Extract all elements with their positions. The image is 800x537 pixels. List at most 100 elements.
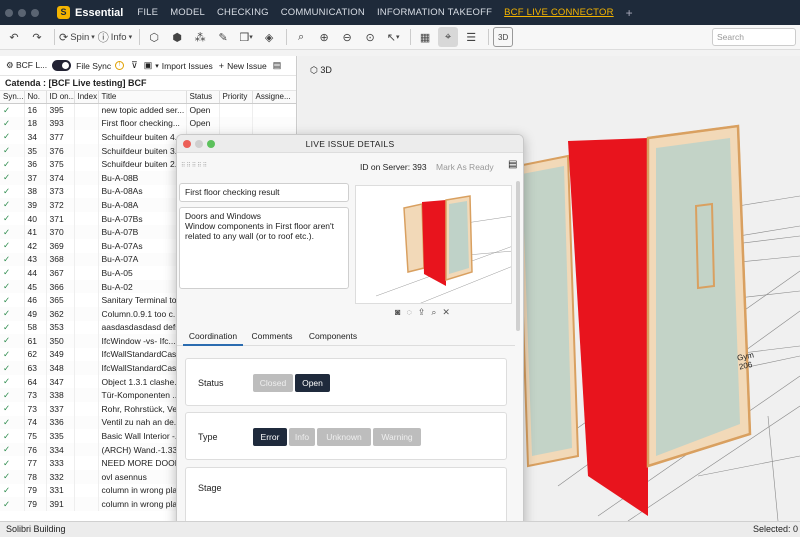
zoom-selection-icon[interactable]: ⊙ (360, 27, 380, 47)
file-sync-toggle[interactable] (52, 60, 72, 71)
tab-components[interactable]: Components (303, 328, 363, 346)
cell-title: column in wrong pla... (98, 483, 187, 498)
bcf-panel-tab[interactable]: ⚙ BCF L... (6, 60, 47, 71)
image-icon[interactable]: ▣ (144, 60, 153, 71)
menu-bcf-live-connector[interactable]: BCF LIVE CONNECTOR (504, 7, 614, 18)
warning-icon: ! (115, 61, 125, 70)
mark-as-ready-button[interactable]: Mark As Ready (436, 162, 494, 172)
layers-icon[interactable]: ☰ (461, 27, 481, 47)
menu-model[interactable]: MODEL (170, 7, 205, 18)
view-3d-button[interactable]: 3D (493, 27, 514, 47)
cell-title: Rohr, Rohrstück, Ve... (98, 402, 187, 416)
sync-check-icon: ✓ (0, 361, 25, 375)
dialog-menu-icon[interactable]: ▤ (508, 159, 517, 170)
filter-icon[interactable]: ⊽ (131, 60, 138, 71)
tab-coordination[interactable]: Coordination (183, 328, 243, 346)
menu-information-takeoff[interactable]: INFORMATION TAKEOFF (377, 7, 492, 18)
cell-empty (219, 116, 253, 131)
column-header[interactable]: Index (74, 91, 99, 104)
info-button[interactable]: ⓘ Info ▾ (98, 27, 132, 47)
undo-icon[interactable]: ↶ (4, 27, 24, 47)
cell-empty (252, 116, 296, 131)
cell-empty (74, 252, 99, 267)
menu-communication[interactable]: COMMUNICATION (281, 7, 365, 18)
issues-table-header: Syn... No. ID on... Index Title Status Priorit… (0, 91, 296, 104)
menu-bar: S Essential FILE MODEL CHECKING COMMUNIC… (0, 0, 800, 25)
issue-title-field[interactable]: First floor checking result (179, 183, 349, 202)
floor-plan-icon[interactable]: ▦ (415, 27, 435, 47)
dialog-scrollbar[interactable] (516, 181, 520, 331)
minimize-dot[interactable] (195, 140, 203, 148)
drag-handle-icon[interactable]: ⠿⠿⠿⠿⠿ (181, 162, 208, 169)
column-header[interactable]: Status (186, 91, 220, 104)
zoom-dot[interactable] (207, 140, 215, 148)
menu-checking[interactable]: CHECKING (217, 7, 269, 18)
cell-empty (219, 103, 253, 117)
sync-check-icon: ✓ (0, 116, 25, 131)
column-header[interactable]: Syn... (0, 91, 25, 104)
stage-label: Stage (198, 483, 222, 493)
refresh-icon[interactable]: ◌ (406, 307, 417, 317)
type-info-button[interactable]: Info (289, 428, 315, 446)
cell-id: 370 (46, 225, 75, 239)
cell-empty (74, 293, 99, 307)
box-view-icon[interactable]: ❒ ▾ (236, 27, 256, 47)
cell-id: 362 (46, 306, 75, 321)
issue-snapshot[interactable] (355, 185, 512, 304)
zoom-out-icon[interactable]: ⊖ (337, 27, 357, 47)
cell-empty (74, 388, 99, 403)
transparency-icon[interactable]: ◈ (259, 27, 279, 47)
cell-empty (74, 334, 99, 348)
sync-check-icon: ✓ (0, 279, 25, 294)
delete-icon[interactable]: ✕ (442, 307, 456, 317)
import-issues-button[interactable]: Import Issues (162, 61, 213, 71)
redo-icon[interactable]: ↷ (27, 27, 47, 47)
file-sync-label: File Sync (76, 60, 112, 71)
column-header[interactable]: ID on... (46, 91, 75, 104)
cell-id: 369 (46, 238, 75, 253)
status-open-button[interactable]: Open (295, 374, 330, 392)
column-header[interactable]: Assigne... (252, 91, 296, 104)
zoom-fit-icon[interactable]: ⌕ (291, 27, 311, 47)
window-zoom-dot[interactable] (31, 8, 39, 17)
add-tab-button[interactable]: + (626, 6, 633, 20)
window-minimize-dot[interactable] (18, 8, 26, 17)
share-icon[interactable]: ⇪ (418, 307, 432, 317)
type-error-button[interactable]: Error (253, 428, 287, 446)
select-components-icon[interactable]: ⬡ (144, 27, 164, 47)
cell-id: 353 (46, 320, 75, 335)
column-header[interactable]: Priority (219, 91, 253, 104)
cell-id: 350 (46, 334, 75, 348)
table-row[interactable]: ✓ 16 395 new topic added ser... Open (0, 103, 296, 117)
visibility-icon[interactable]: ✎ (213, 27, 233, 47)
search-input[interactable]: Search (712, 28, 796, 46)
tab-comments[interactable]: Comments (247, 328, 297, 346)
pointer-icon[interactable]: ↖ ▾ (383, 27, 403, 47)
status-closed-button[interactable]: Closed (253, 374, 293, 392)
type-unknown-button[interactable]: Unknown (317, 428, 371, 446)
window-close-dot[interactable] (5, 8, 13, 17)
cell-no: 62 (24, 347, 47, 362)
select-connected-icon[interactable]: ⬢ (167, 27, 187, 47)
location-pin-icon[interactable]: ⌖ (438, 27, 459, 47)
chevron-down-icon[interactable]: ▾ (155, 62, 159, 70)
zoom-in-icon[interactable]: ⊕ (314, 27, 334, 47)
menu-file[interactable]: FILE (137, 7, 158, 18)
panel-menu-icon[interactable]: ▤ (273, 60, 282, 71)
select-pattern-icon[interactable]: ⁂ (190, 27, 210, 47)
cell-id: 374 (46, 170, 75, 185)
cell-id: 391 (46, 497, 75, 511)
column-header[interactable]: No. (24, 91, 47, 104)
column-header[interactable]: Title (98, 91, 187, 104)
issue-description-field[interactable]: Doors and Windows Window components in F… (179, 207, 349, 289)
dialog-titlebar[interactable]: LIVE ISSUE DETAILS (177, 135, 523, 153)
close-dot[interactable] (183, 140, 191, 148)
cell-no: 61 (24, 334, 47, 348)
new-issue-button[interactable]: New Issue (227, 61, 267, 71)
zoom-icon[interactable]: ⌕ (431, 307, 442, 317)
cell-id: 332 (46, 470, 75, 484)
table-row[interactable]: ✓ 18 393 First floor checking... Open (0, 116, 296, 131)
type-warning-button[interactable]: Warning (373, 428, 421, 446)
camera-icon[interactable]: ◙ (395, 307, 406, 317)
spin-button[interactable]: ⟳ Spin ▾ (59, 27, 95, 47)
